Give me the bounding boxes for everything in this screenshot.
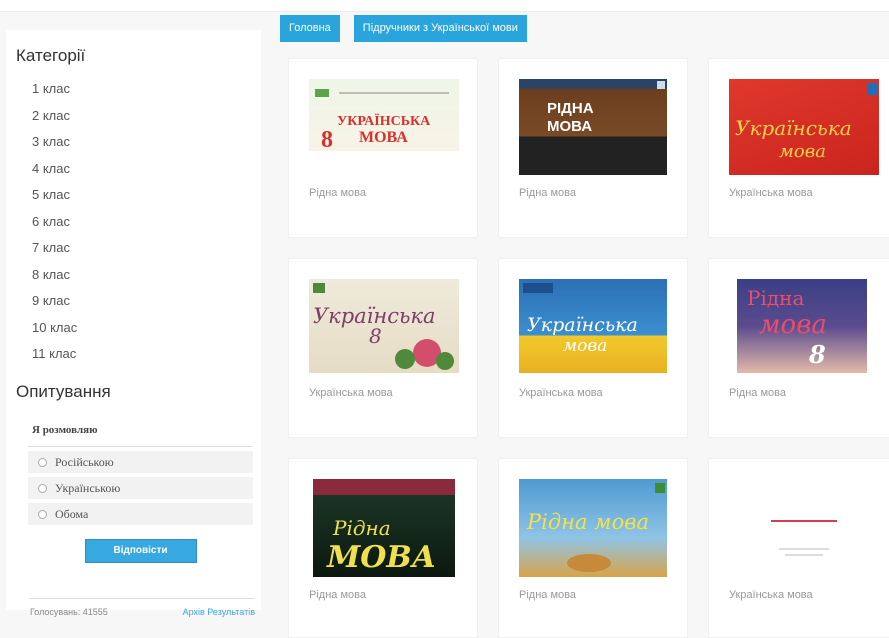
book-cover[interactable]: Українська мова	[519, 279, 667, 373]
book-title[interactable]: Рідна мова	[309, 589, 366, 601]
radio-button[interactable]	[38, 483, 47, 493]
book-title[interactable]: Рідна мова	[729, 387, 786, 399]
poll: Я розмовляю Російською Українською Обома…	[28, 420, 253, 563]
book-card[interactable]: Українська мова Українська мова	[498, 258, 688, 438]
radio-button[interactable]	[38, 457, 47, 467]
poll-option[interactable]: Обома	[28, 503, 253, 525]
svg-text:8: 8	[321, 127, 333, 151]
book-title[interactable]: Українська мова	[519, 387, 603, 399]
category-item[interactable]: 9 клас	[32, 288, 261, 315]
categories-title: Категорії	[16, 46, 86, 65]
svg-text:МОВА: МОВА	[547, 118, 592, 135]
category-item[interactable]: 2 клас	[32, 103, 261, 130]
book-title[interactable]: Рідна мова	[519, 187, 576, 199]
book-title[interactable]: Українська мова	[729, 589, 813, 601]
book-card[interactable]: УКРАЇНСЬКА МОВА 8 Рідна мова	[288, 58, 478, 238]
book-card[interactable]: Рідна МОВА Рідна мова	[288, 458, 478, 638]
breadcrumb: Головна Підручники з Української мови	[280, 15, 527, 42]
book-cover[interactable]	[739, 489, 869, 573]
svg-text:Українська: Українська	[527, 314, 638, 336]
book-card[interactable]: Українська мова	[708, 458, 889, 638]
book-card[interactable]: РІДНА МОВА Рідна мова	[498, 58, 688, 238]
svg-text:Рідна: Рідна	[332, 516, 391, 540]
book-title[interactable]: Рідна мова	[309, 187, 366, 199]
svg-text:РІДНА: РІДНА	[547, 100, 594, 117]
category-item[interactable]: 7 клас	[32, 235, 261, 262]
book-cover[interactable]: Рідна МОВА	[313, 479, 455, 577]
svg-text:УКРАЇНСЬКА: УКРАЇНСЬКА	[337, 113, 431, 129]
book-card[interactable]: Рідна мова 8 Рідна мова	[708, 258, 889, 438]
radio-button[interactable]	[38, 509, 47, 519]
category-item[interactable]: 4 клас	[32, 156, 261, 183]
book-cover[interactable]: УКРАЇНСЬКА МОВА 8	[309, 79, 459, 151]
book-card[interactable]: Українська 8 Українська мова	[288, 258, 478, 438]
book-title[interactable]: Українська мова	[309, 387, 393, 399]
poll-option[interactable]: Російською	[28, 451, 253, 473]
poll-footer: Голосувань: 41555 Архів Результатів	[30, 598, 255, 617]
svg-text:Рідна: Рідна	[747, 286, 804, 310]
poll-option-label: Обома	[55, 507, 89, 521]
category-item[interactable]: 1 клас	[32, 76, 261, 103]
poll-option-label: Українською	[55, 481, 121, 495]
poll-title: Опитування	[16, 382, 111, 401]
category-item[interactable]: 6 клас	[32, 209, 261, 236]
poll-question: Я розмовляю	[28, 420, 253, 447]
breadcrumb-home[interactable]: Головна	[280, 15, 340, 42]
poll-option[interactable]: Українською	[28, 477, 253, 499]
svg-text:МОВА: МОВА	[326, 540, 436, 575]
book-cover[interactable]: Українська мова	[729, 79, 879, 175]
category-item[interactable]: 5 клас	[32, 182, 261, 209]
breadcrumb-ukrainian-textbooks[interactable]: Підручники з Української мови	[353, 15, 527, 42]
svg-text:мова: мова	[563, 336, 607, 356]
svg-text:8: 8	[808, 340, 826, 369]
book-title[interactable]: Українська мова	[729, 187, 813, 199]
results-archive-link[interactable]: Архів Результатів	[183, 607, 255, 617]
poll-option-label: Російською	[55, 455, 114, 469]
book-card[interactable]: Українська мова Українська мова	[708, 58, 889, 238]
svg-text:8: 8	[369, 324, 382, 348]
top-bar	[0, 0, 889, 12]
svg-text:МОВА: МОВА	[359, 129, 408, 146]
book-cover[interactable]: Рідна мова 8	[737, 279, 867, 373]
svg-text:мова: мова	[779, 141, 826, 162]
book-cover[interactable]: РІДНА МОВА	[519, 79, 667, 175]
sidebar: Категорії 1 клас 2 клас 3 клас 4 клас 5 …	[6, 30, 261, 617]
category-item[interactable]: 11 клас	[32, 341, 261, 368]
category-list: 1 клас 2 клас 3 клас 4 клас 5 клас 6 кла…	[32, 76, 261, 368]
svg-text:Рідна мова: Рідна мова	[526, 510, 649, 534]
category-item[interactable]: 3 клас	[32, 129, 261, 156]
vote-count: Голосувань: 41555	[30, 607, 108, 617]
category-item[interactable]: 8 клас	[32, 262, 261, 289]
svg-text:мова: мова	[759, 310, 827, 340]
book-card[interactable]: Рідна мова Рідна мова	[498, 458, 688, 638]
vote-button[interactable]: Відповісти	[84, 539, 197, 563]
svg-text:Українська: Українська	[735, 116, 852, 140]
category-item[interactable]: 10 клас	[32, 315, 261, 342]
book-cover[interactable]: Рідна мова	[519, 479, 667, 577]
book-title[interactable]: Рідна мова	[519, 589, 576, 601]
book-cover[interactable]: Українська 8	[309, 279, 459, 373]
